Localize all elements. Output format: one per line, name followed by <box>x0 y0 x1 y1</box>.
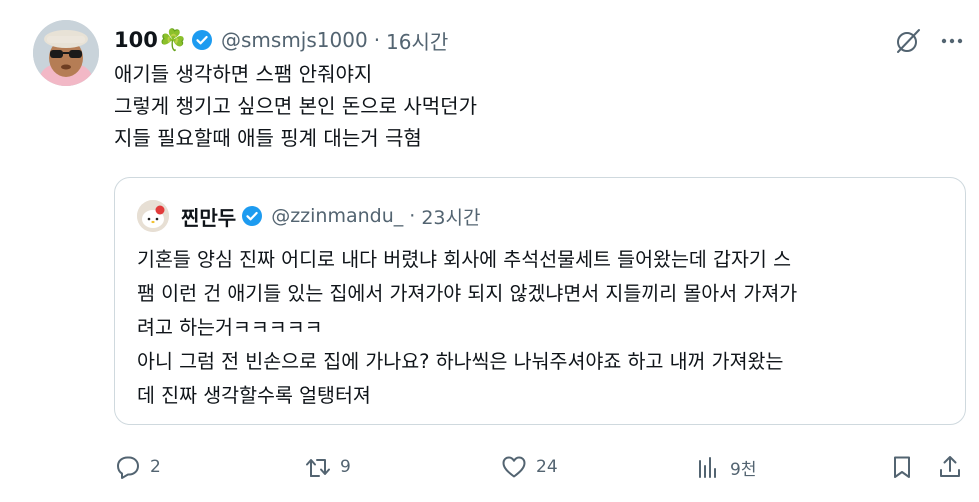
share-button[interactable] <box>936 448 964 486</box>
repost-icon <box>306 459 330 477</box>
quote-text-line: 데 진짜 생각할수록 얼탱터져 <box>137 384 371 407</box>
quote-text-line: 팸 이런 건 애기들 있는 집에서 가져가야 되지 않겠냐면서 지들끼리 몰아서… <box>137 282 798 305</box>
analytics-icon <box>699 457 716 478</box>
quoted-tweet[interactable]: 찐만두 @zzinmandu_ · 23시간 기혼들 양심 진짜 어디로 내다 … <box>114 177 966 425</box>
grok-icon[interactable] <box>893 26 923 56</box>
view-count: 9천 <box>730 459 757 480</box>
author-handle[interactable]: @smsmjs1000 <box>221 28 368 52</box>
share-icon <box>940 456 960 477</box>
bookmark-button[interactable] <box>888 448 916 486</box>
quote-author-avatar[interactable] <box>137 200 169 232</box>
tweet-header: 100 ☘️ @smsmjs1000 · 16시간 <box>114 24 448 56</box>
shamrock-emoji: ☘️ <box>159 27 186 52</box>
reply-button[interactable]: 2 <box>114 448 161 486</box>
quote-text: 기혼들 양심 진짜 어디로 내다 버렸냐 회사에 추석선물세트 들어왔는데 갑자… <box>137 243 947 413</box>
separator-dot: · <box>373 28 381 52</box>
verified-badge-icon[interactable] <box>191 29 213 51</box>
tweet-text-line: 애기들 생각하면 스팸 안줘야지 <box>114 62 373 86</box>
more-options-icon[interactable] <box>937 26 967 56</box>
quote-text-line: 아니 그럼 전 빈손으로 집에 가나요? 하나씩은 나눠주셔야죠 하고 내꺼 가… <box>137 350 784 373</box>
reply-icon <box>117 456 139 479</box>
quote-header: 찐만두 @zzinmandu_ · 23시간 <box>181 200 480 232</box>
bookmark-icon <box>894 456 910 478</box>
separator-dot: · <box>409 205 416 227</box>
author-display-name[interactable]: 100 <box>114 28 158 52</box>
tweet-text-line: 그렇게 챙기고 싶으면 본인 돈으로 사먹던가 <box>114 94 477 118</box>
tweet-timestamp[interactable]: 16시간 <box>386 26 448 55</box>
verified-badge-icon[interactable] <box>241 205 263 227</box>
like-button[interactable]: 24 <box>500 448 558 486</box>
action-bar: 2 9 24 9천 <box>114 448 974 486</box>
quote-handle[interactable]: @zzinmandu_ <box>271 205 403 227</box>
repost-button[interactable]: 9 <box>304 448 351 486</box>
tweet-text-line: 지들 필요할때 애들 핑계 대는거 극혐 <box>114 126 422 150</box>
heart-icon <box>502 456 526 478</box>
quote-text-line: 기혼들 양심 진짜 어디로 내다 버렸냐 회사에 추석선물세트 들어왔는데 갑자… <box>137 248 792 271</box>
author-avatar[interactable] <box>33 20 99 86</box>
repost-count: 9 <box>340 457 351 477</box>
quote-timestamp[interactable]: 23시간 <box>421 203 480 230</box>
tweet-text: 애기들 생각하면 스팸 안줘야지 그렇게 챙기고 싶으면 본인 돈으로 사먹던가… <box>114 58 954 154</box>
views-button[interactable]: 9천 <box>694 448 756 486</box>
quote-text-line: 려고 하는거ㅋㅋㅋㅋㅋ <box>137 316 323 339</box>
tweet[interactable]: 100 ☘️ @smsmjs1000 · 16시간 애기들 생각하면 스팸 안줘… <box>0 0 979 502</box>
reply-count: 2 <box>150 457 161 477</box>
quote-display-name[interactable]: 찐만두 <box>181 202 236 231</box>
like-count: 24 <box>536 457 558 477</box>
